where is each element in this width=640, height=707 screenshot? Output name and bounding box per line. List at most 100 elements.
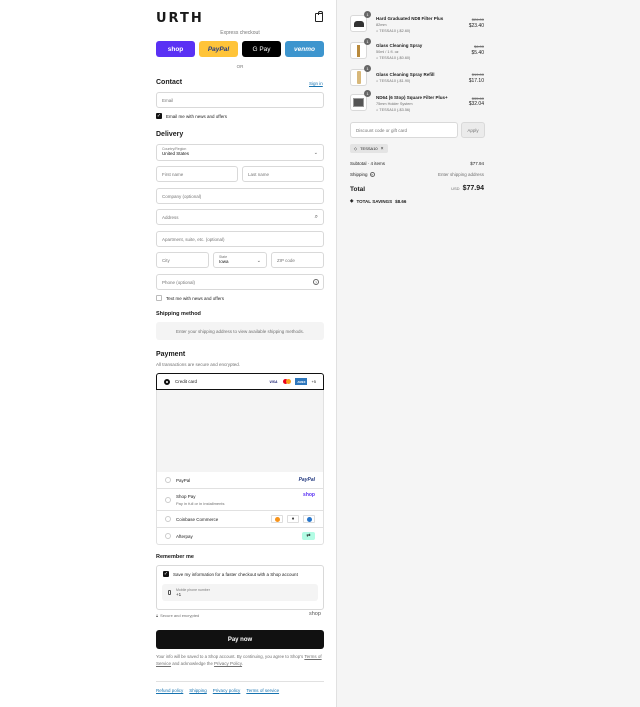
text-news-option[interactable]: Text me with news and offers [156, 295, 224, 301]
sign-in-link[interactable]: Sign in [309, 81, 323, 86]
delivery-heading: Delivery [156, 131, 184, 138]
address-field[interactable]: Address ⌕ [156, 209, 324, 225]
shipping-label: Shipping [350, 172, 368, 177]
legal-text: Your info will be saved to a Shop accoun… [156, 654, 324, 667]
item-discount: ⌂ TESSA10 (-$3.56) [376, 108, 411, 112]
shop-logo-icon: shop [303, 492, 315, 498]
first-name-field[interactable]: First name [156, 166, 238, 182]
email-news-checkbox[interactable]: ✓ [156, 113, 162, 119]
save-info-checkbox[interactable]: ✓ [163, 571, 169, 577]
discount-code-input[interactable]: Discount code or gift card [350, 122, 458, 138]
quantity-badge: 1 [364, 65, 371, 72]
pay-now-button[interactable]: Pay now [156, 630, 324, 649]
shipping-value: Enter shipping address [437, 172, 484, 177]
state-select[interactable]: State Iowa ⌄ [213, 252, 267, 268]
shipping-link[interactable]: Shipping [189, 688, 207, 693]
paypal-button[interactable]: PayPal [199, 41, 238, 57]
credit-card-option[interactable]: Credit card VISA AMEX +5 [156, 373, 324, 390]
afterpay-radio[interactable] [165, 533, 171, 539]
venmo-button[interactable]: venmo [285, 41, 324, 57]
checkout-main: URTH Express checkout shop PayPal G Pay … [0, 0, 336, 707]
legal-and: and acknowledge the [172, 660, 213, 666]
item-discount: ⌂ TESSA10 (-$1.90) [376, 79, 411, 83]
chevron-down-icon: ⌄ [256, 258, 261, 264]
email-news-option[interactable]: ✓ Email me with news and offers [156, 113, 227, 119]
paypal-option[interactable]: PayPal PayPal [156, 472, 324, 489]
search-icon: ⌕ [314, 213, 318, 220]
google-pay-button[interactable]: G Pay [242, 41, 281, 57]
quantity-badge: 1 [364, 38, 371, 45]
item-old-price: $6.00 [473, 44, 484, 49]
secure-label: Secure and encrypted [160, 613, 200, 618]
footer-divider [156, 681, 324, 682]
tag-icon: ◇ [354, 146, 358, 151]
brand-logo[interactable]: URTH [156, 11, 204, 26]
mobile-phone-field[interactable]: Mobile phone number +1 [162, 584, 318, 601]
cart-bag-icon[interactable] [315, 11, 323, 22]
remove-discount-icon[interactable]: × [381, 146, 384, 152]
tag-icon: ◈ [350, 198, 354, 203]
last-name-field[interactable]: Last name [242, 166, 324, 182]
coinbase-radio[interactable] [165, 516, 171, 522]
quantity-badge: 1 [364, 90, 371, 97]
remember-me-heading: Remember me [156, 554, 194, 560]
more-cards-badge: +5 [311, 379, 316, 384]
phone-field[interactable]: Phone (optional) ? [156, 274, 324, 290]
product-thumbnail [350, 94, 367, 111]
zip-field[interactable]: ZIP code [271, 252, 324, 268]
item-old-price: $26.00 [471, 17, 484, 22]
chevron-down-icon: ⌄ [313, 150, 318, 156]
item-price: $23.40 [468, 23, 484, 29]
shipping-method-heading: Shipping method [156, 311, 201, 317]
ethereum-icon: ♦ [287, 515, 299, 523]
text-news-label: Text me with news and offers [166, 295, 224, 301]
paypal-radio[interactable] [165, 477, 171, 483]
shipping-notice: Enter your shipping address to view avai… [156, 322, 324, 340]
address-placeholder: Address [162, 214, 179, 220]
item-old-price: $19.00 [471, 72, 484, 77]
item-name: Hard Graduated ND8 Filter Plus [376, 16, 444, 21]
contact-heading: Contact [156, 79, 183, 86]
amex-icon: AMEX [295, 378, 308, 385]
shop-pay-radio[interactable] [165, 496, 171, 503]
savings-value: $8.66 [395, 198, 407, 204]
country-select[interactable]: Country/Region United States ⌄ [156, 144, 324, 161]
coinbase-label: Coinbase Commerce [176, 516, 219, 522]
applied-code: TESSA10 [360, 146, 378, 151]
credit-card-radio[interactable] [164, 378, 170, 385]
payment-subtitle: All transactions are secure and encrypte… [156, 362, 241, 367]
terms-of-service-link[interactable]: Terms of service [246, 688, 279, 693]
shop-brand-icon: shop [309, 611, 321, 617]
item-name: ND64 (6 Stop) Square Filter Plus+ [376, 95, 448, 100]
product-thumbnail [350, 15, 367, 32]
item-variant: 82mm [376, 23, 387, 27]
save-info-option[interactable]: ✓ Save my information for a faster check… [157, 566, 323, 577]
shop-pay-button[interactable]: shop [156, 41, 195, 57]
help-icon[interactable]: ? [369, 172, 375, 177]
refund-policy-link[interactable]: Refund policy [156, 688, 183, 693]
shop-pay-option[interactable]: Shop Pay Pay in full or in installments … [156, 489, 324, 511]
city-field[interactable]: City [156, 252, 209, 268]
phone-icon [168, 590, 171, 595]
email-field[interactable]: Email [156, 92, 324, 108]
total-label: Total [350, 186, 366, 193]
help-icon[interactable]: ? [313, 279, 319, 285]
item-discount-code: TESSA10 (-$1.90) [379, 79, 411, 83]
privacy-link[interactable]: Privacy Policy [214, 661, 242, 666]
item-discount-code: TESSA10 (-$2.60) [379, 29, 411, 33]
cart-item: 1 Glass Cleaning Spray Refill ⌂ TESSA10 … [350, 65, 486, 89]
card-fields-panel [156, 390, 324, 472]
apply-button[interactable]: Apply [461, 122, 485, 138]
product-thumbnail [350, 69, 367, 86]
secure-note: 🔒︎ Secure and encrypted [156, 613, 199, 618]
savings-label: TOTAL SAVINGS [356, 198, 393, 204]
apartment-field[interactable]: Apartment, suite, etc. (optional) [156, 231, 324, 247]
privacy-policy-link[interactable]: Privacy policy [213, 688, 241, 693]
company-field[interactable]: Company (optional) [156, 188, 324, 204]
remember-me-panel: ✓ Save my information for a faster check… [156, 565, 324, 610]
item-variant: 75mm Holder System [376, 102, 413, 106]
coinbase-option[interactable]: Coinbase Commerce ♦ [156, 511, 324, 528]
afterpay-option[interactable]: Afterpay ⇄ [156, 528, 324, 545]
cart-item: 1 Glass Cleaning Spray 50ml / 1 fl. oz ⌂… [350, 38, 486, 62]
text-news-checkbox[interactable] [156, 295, 162, 301]
